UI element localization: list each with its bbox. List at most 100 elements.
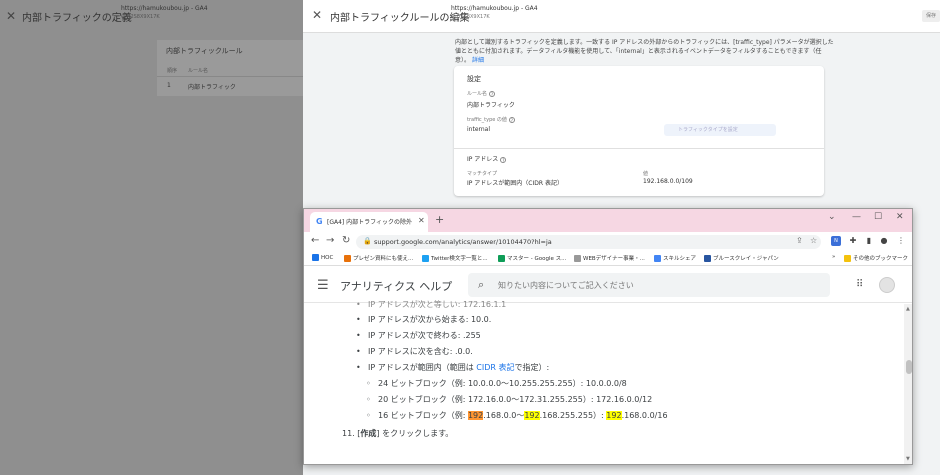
search-icon: ⌕ (478, 278, 485, 291)
rule-name-label: ルール名? (467, 90, 496, 97)
traffic-type-label: traffic_type の値? (467, 116, 515, 123)
search-highlight: 192 (524, 411, 540, 420)
ip-address-heading: IP アドレス? (467, 154, 507, 163)
bookmark-item[interactable]: HOC (312, 254, 333, 261)
ip-value-field[interactable]: 192.168.0.0/109 (643, 178, 693, 185)
column-header-rule-name: ルール名 (188, 68, 209, 74)
bookmark-label: ブルースクレイ・ジャパン (713, 256, 779, 262)
bookmark-favicon-icon (654, 255, 661, 262)
sub-bullet-glyph: ◦ (366, 411, 371, 420)
list-item: • IP アドレスが次から始まる: 10.0. (356, 314, 491, 325)
hamburger-menu-icon[interactable]: ☰ (317, 278, 329, 293)
window-close-icon[interactable]: ✕ (896, 212, 904, 222)
sub-list-item: ◦ 24 ビットブロック（例: 10.0.0.0〜10.255.255.255）:… (366, 378, 627, 389)
traffic-type-field[interactable]: internal (467, 126, 490, 133)
list-item-text: IP アドレスが範囲内（範囲は (368, 363, 477, 372)
traffic-type-hint: トラフィックタイプを設定 (664, 124, 776, 136)
bookmark-item[interactable]: マスター - Google ス... (498, 254, 566, 262)
scroll-thumb[interactable] (906, 360, 912, 374)
address-bar[interactable]: 🔒 support.google.com/analytics/answer/10… (356, 235, 821, 249)
share-icon[interactable]: ⇪ (796, 236, 803, 245)
bookmarks-overflow-icon[interactable]: » (832, 254, 835, 260)
profile-icon[interactable]: ● (879, 236, 889, 246)
help-icon[interactable]: ? (508, 116, 515, 123)
help-icon[interactable]: ? (489, 90, 496, 97)
cidr-link[interactable]: CIDR 表記 (476, 363, 514, 372)
edit-panel-property-id: G-H2S8X9X17K (451, 14, 490, 20)
bookmark-item[interactable]: スキルシェア (654, 254, 696, 262)
bookmark-favicon-icon (498, 255, 505, 262)
help-center-title[interactable]: アナリティクス ヘルプ (340, 278, 452, 294)
new-tab-button[interactable]: + (435, 213, 444, 226)
bookmark-item[interactable]: Twitter検文字一覧と... (422, 254, 488, 262)
extensions-puzzle-icon[interactable]: ✚ (848, 236, 858, 246)
sub-bullet-glyph: ◦ (366, 379, 371, 388)
column-header-order: 順序 (167, 68, 178, 74)
bookmark-item[interactable]: WEBデザイナー事業・... (574, 254, 645, 262)
background-header: ✕ 内部トラフィックの定義 https://hamukoubou.jp - GA… (0, 0, 303, 33)
folder-icon (844, 255, 851, 262)
tab-strip: G [GA4] 内部トラフィックの除外 - アナリティクス ヘルプ ✕ + ⌄ … (304, 209, 912, 232)
settings-card: 設定 ルール名? 内部トラフィック traffic_type の値? inter… (454, 66, 824, 196)
help-app-bar: ☰ アナリティクス ヘルプ ⌕ 知りたい内容についてご記入ください ⠿ (304, 267, 912, 303)
google-favicon-icon: G (316, 217, 323, 226)
learn-more-link[interactable]: 詳細 (472, 57, 484, 64)
browser-menu-icon[interactable]: ⋮ (896, 236, 906, 246)
search-placeholder: 知りたい内容についてご記入ください (498, 281, 634, 290)
step-item: 11. [作成] をクリックします。 (342, 428, 453, 439)
edit-panel-title: 内部トラフィックルールの編集 (330, 13, 470, 24)
bookmark-favicon-icon (344, 255, 351, 262)
bookmark-label: HOC (321, 255, 334, 261)
save-button[interactable]: 保存 (922, 10, 940, 22)
match-type-select[interactable]: IP アドレスが範囲内（CIDR 表記） (467, 178, 563, 187)
sub-list-item-text: 16 ビットブロック（例: (378, 411, 468, 420)
tab-close-icon[interactable]: ✕ (418, 216, 425, 225)
scroll-down-arrow-icon[interactable]: ▼ (906, 456, 910, 462)
list-item: • IP アドレスが次と等しい: 172.16.1.1 (356, 299, 506, 310)
edit-panel-header: ✕ 内部トラフィックルールの編集 https://hamukoubou.jp -… (303, 0, 940, 33)
avatar[interactable] (879, 277, 895, 293)
extension-icon[interactable]: N (831, 236, 841, 246)
help-search-input[interactable]: ⌕ 知りたい内容についてご記入ください (468, 273, 830, 297)
bookmark-item[interactable]: プレゼン資料にも使え... (344, 254, 413, 262)
list-item: • IP アドレスが範囲内（範囲は CIDR 表記で指定）: (356, 362, 549, 373)
sub-list-item-text: .168.0.0〜 (483, 411, 525, 420)
minimize-icon[interactable]: — (852, 212, 861, 222)
tab-search-chevron-icon[interactable]: ⌄ (828, 212, 836, 222)
browser-toolbar: ← → ↻ 🔒 support.google.com/analytics/ans… (304, 232, 912, 252)
background-site-name: https://hamukoubou.jp - GA4 (121, 5, 208, 12)
page-scrollbar[interactable]: ▲ ▼ (904, 304, 912, 464)
background-page-title: 内部トラフィックの定義 (22, 13, 132, 24)
close-icon[interactable]: ✕ (6, 9, 16, 23)
scroll-up-arrow-icon[interactable]: ▲ (906, 306, 910, 312)
bookmark-star-icon[interactable]: ☆ (810, 236, 817, 245)
back-arrow-icon[interactable]: ← (311, 235, 319, 246)
bullet-glyph: • (356, 315, 361, 324)
step-number: 11. (342, 429, 355, 438)
browser-tab-active[interactable]: G [GA4] 内部トラフィックの除外 - アナリティクス ヘルプ ✕ (310, 212, 428, 232)
bookmark-favicon-icon (312, 254, 319, 261)
close-icon[interactable]: ✕ (312, 8, 322, 22)
other-bookmarks-folder[interactable]: その他のブックマーク (844, 254, 908, 262)
sub-list-item: ◦ 16 ビットブロック（例: 192.168.0.0〜192.168.255.2… (366, 410, 668, 421)
forward-arrow-icon[interactable]: → (326, 235, 334, 246)
rule-name-field[interactable]: 内部トラフィック (467, 100, 515, 109)
bookmark-item[interactable]: ブルースクレイ・ジャパン (704, 254, 779, 262)
create-label: 作成 (360, 429, 377, 438)
bookmark-label: Twitter検文字一覧と... (431, 256, 488, 262)
rule-row-name[interactable]: 内部トラフィック (188, 82, 236, 91)
list-item-text: IP アドレスが次から始まる: 10.0. (368, 315, 492, 324)
browser-window: G [GA4] 内部トラフィックの除外 - アナリティクス ヘルプ ✕ + ⌄ … (303, 208, 913, 465)
address-url[interactable]: support.google.com/analytics/answer/1010… (374, 238, 552, 246)
reload-icon[interactable]: ↻ (342, 235, 350, 246)
rules-card-title: 内部トラフィックルール (166, 47, 243, 55)
list-item: • IP アドレスに次を含む: .0.0. (356, 346, 473, 357)
maximize-icon[interactable]: ☐ (874, 212, 882, 222)
rule-row-order: 1 (167, 82, 171, 89)
apps-grid-icon[interactable]: ⠿ (856, 279, 863, 290)
help-icon[interactable]: ? (500, 156, 507, 163)
reading-list-icon[interactable]: ▮ (864, 236, 874, 246)
background-property-id: G-H2S8X9X17K (121, 14, 160, 20)
bookmark-favicon-icon (704, 255, 711, 262)
bookmark-favicon-icon (574, 255, 581, 262)
